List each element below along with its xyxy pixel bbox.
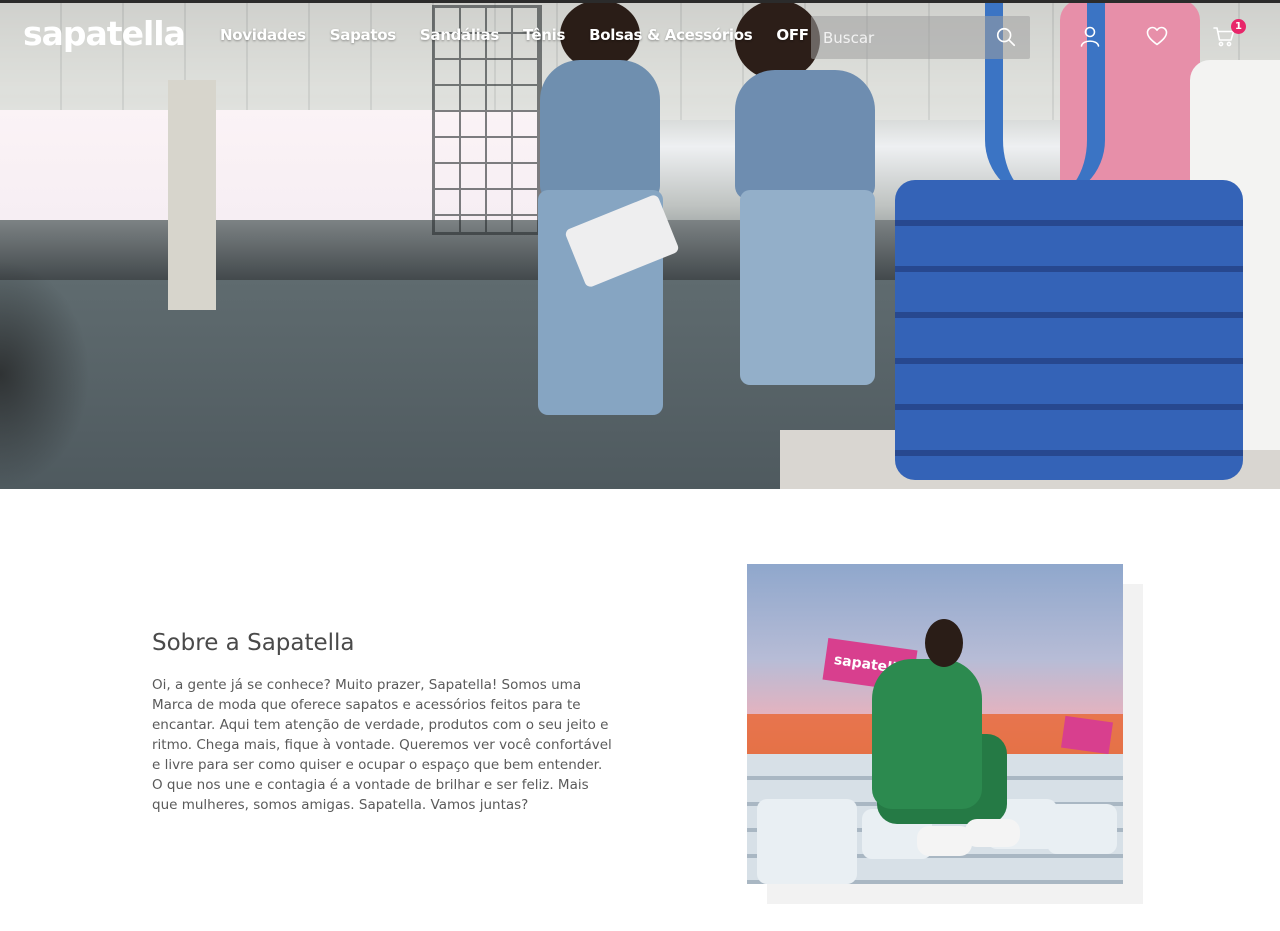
- user-icon[interactable]: [1078, 24, 1102, 48]
- search-box: [811, 16, 1030, 59]
- photo-model-body: [872, 659, 982, 809]
- photo-sneaker: [917, 826, 972, 856]
- nav-item-sapatos[interactable]: Sapatos: [330, 26, 396, 44]
- nav-item-tenis[interactable]: Tênis: [523, 26, 565, 44]
- nav-item-sandalias[interactable]: Sandálias: [420, 26, 499, 44]
- search-icon[interactable]: [995, 26, 1017, 48]
- hero-vignette: [0, 260, 90, 489]
- hero-model-2-jeans: [740, 190, 875, 385]
- search-input[interactable]: [811, 16, 991, 59]
- hero-column: [168, 80, 216, 310]
- hero-model-1-shirt: [540, 60, 660, 200]
- nav-item-bolsas-acessorios[interactable]: Bolsas & Acessórios: [589, 26, 753, 44]
- hero-model-2-shirt: [735, 70, 875, 200]
- photo-sneaker: [965, 819, 1020, 847]
- nav-item-novidades[interactable]: Novidades: [220, 26, 306, 44]
- about-photo: sapatella: [747, 564, 1123, 884]
- nav-item-off[interactable]: OFF: [776, 26, 809, 44]
- about-text: Oi, a gente já se conhece? Muito prazer,…: [152, 677, 612, 813]
- about-title: Sobre a Sapatella: [152, 630, 355, 656]
- site-header: sapatella Novidades Sapatos Sandálias Tê…: [0, 0, 1280, 74]
- photo-seat: [1047, 804, 1117, 854]
- heart-icon[interactable]: [1145, 24, 1169, 48]
- photo-sign-2: [1061, 715, 1113, 755]
- main-nav: Novidades Sapatos Sandálias Tênis Bolsas…: [220, 26, 809, 44]
- cart-count-badge: 1: [1231, 19, 1246, 34]
- brand-logo[interactable]: sapatella: [23, 14, 186, 53]
- photo-model-head: [925, 619, 963, 667]
- header-top-line: [0, 0, 1280, 3]
- hero-blue-bag: [895, 180, 1243, 480]
- photo-seat: [757, 799, 857, 884]
